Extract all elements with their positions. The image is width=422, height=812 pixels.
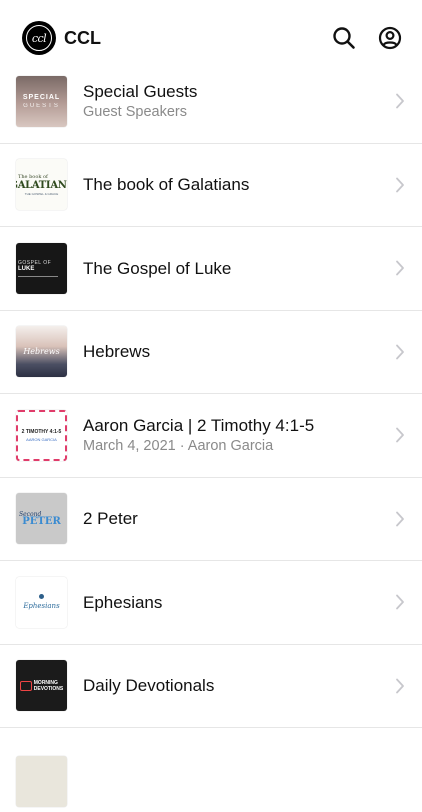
thumbnail-galatians: The book of GALATIANS THE GOSPEL & GRACE	[16, 159, 67, 211]
item-title: Aaron Garcia | 2 Timothy 4:1-5	[83, 415, 315, 435]
item-title: Ephesians	[83, 592, 163, 612]
account-button[interactable]	[378, 26, 402, 50]
thumbnail-2-timothy: 2 TIMOTHY 4:1-5 AARON GARCIA	[16, 409, 67, 461]
item-subtitle: Guest Speakers	[83, 103, 187, 120]
account-icon	[378, 26, 402, 50]
list-item-2-peter[interactable]: Second PETER 2 Peter	[0, 478, 422, 561]
chevron-right-icon	[396, 344, 404, 360]
thumb-text: 2 TIMOTHY 4:1-5	[21, 428, 62, 435]
chevron-right-icon	[396, 177, 404, 193]
item-title: Daily Devotionals	[83, 676, 215, 696]
thumb-text: DEVOTIONS	[33, 685, 64, 692]
app-title: CCL	[64, 27, 101, 48]
thumb-text: THE GOSPEL & GRACE	[24, 191, 59, 196]
item-title: The Gospel of Luke	[83, 258, 232, 278]
chevron-right-icon	[396, 427, 404, 443]
thumb-divider	[18, 275, 58, 277]
item-title: The book of Galatians	[83, 175, 250, 195]
thumb-text: GUESTS	[23, 102, 60, 109]
chevron-right-icon	[396, 678, 404, 694]
list-item-galatians[interactable]: The book of GALATIANS THE GOSPEL & GRACE…	[0, 144, 422, 227]
item-title: 2 Peter	[83, 509, 138, 529]
thumb-text: AARON GARCIA	[26, 436, 57, 442]
list-item-special-guests[interactable]: SPECIAL GUESTS Special Guests Guest Spea…	[0, 60, 422, 144]
chevron-right-icon	[396, 594, 404, 610]
list-item-ephesians[interactable]: Ephesians Ephesians	[0, 561, 422, 645]
thumbnail-partial	[16, 756, 67, 808]
list-item-aaron-garcia[interactable]: 2 TIMOTHY 4:1-5 AARON GARCIA Aaron Garci…	[0, 394, 422, 478]
series-list: SPECIAL GUESTS Special Guests Guest Spea…	[0, 60, 422, 812]
chevron-right-icon	[396, 260, 404, 276]
thumb-text: GALATIANS	[16, 179, 67, 191]
search-button[interactable]	[332, 26, 356, 50]
thumbnail-special-guests: SPECIAL GUESTS	[16, 75, 67, 127]
thumb-text: Ephesians	[23, 602, 60, 611]
thumbnail-luke: GOSPEL OF LUKE	[16, 242, 67, 294]
thumb-text-group: MORNING DEVOTIONS	[34, 680, 63, 692]
chevron-right-icon	[396, 511, 404, 527]
item-subtitle: March 4, 2021 · Aaron Garcia	[83, 437, 274, 454]
thumbnail-hebrews: Hebrews	[16, 326, 67, 378]
search-icon	[333, 27, 355, 49]
thumb-text: Hebrews	[23, 347, 60, 357]
thumb-text: LUKE	[18, 265, 35, 272]
item-title: Special Guests	[83, 81, 198, 101]
thumbnail-daily-devotionals: MORNING DEVOTIONS	[16, 660, 67, 712]
thumbnail-ephesians: Ephesians	[16, 576, 67, 628]
item-title: Hebrews	[83, 342, 151, 362]
list-item-partial[interactable]	[0, 728, 422, 812]
thumb-mark	[39, 594, 44, 600]
ccl-logo[interactable]: ccl	[22, 21, 56, 55]
thumb-text: PETER	[22, 515, 61, 527]
chevron-right-icon	[396, 93, 404, 109]
list-item-luke[interactable]: GOSPEL OF LUKE The Gospel of Luke	[0, 227, 422, 311]
logo-text: ccl	[26, 25, 52, 51]
tv-icon	[19, 680, 32, 691]
thumbnail-2-peter: Second PETER	[16, 493, 67, 545]
thumb-text: SPECIAL	[22, 93, 61, 101]
list-item-daily-devotionals[interactable]: MORNING DEVOTIONS Daily Devotionals	[0, 645, 422, 728]
list-item-hebrews[interactable]: Hebrews Hebrews	[0, 311, 422, 394]
